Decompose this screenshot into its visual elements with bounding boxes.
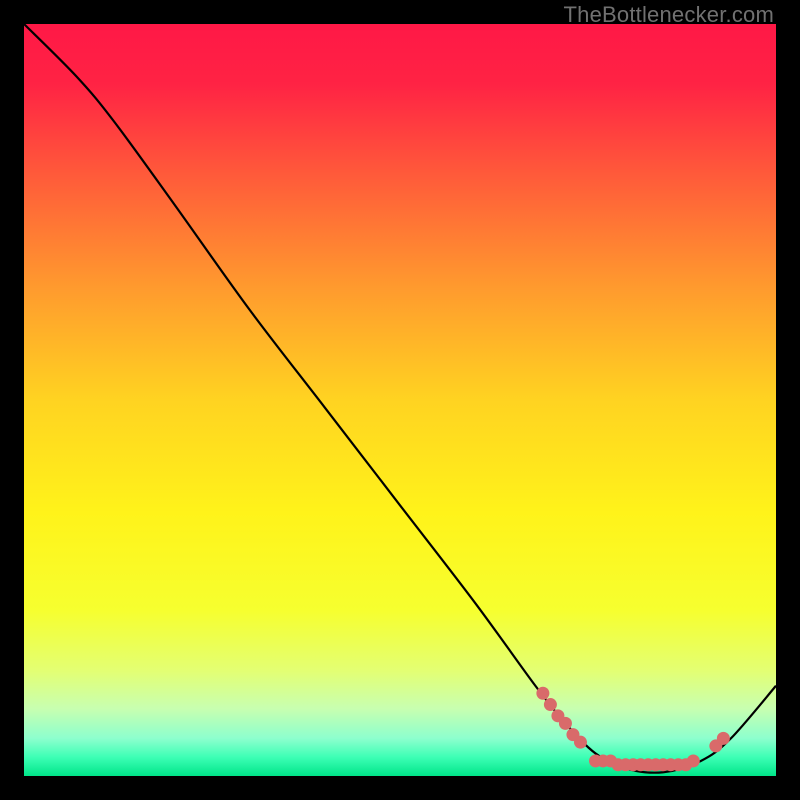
plot-area [24, 24, 776, 776]
data-marker [687, 754, 700, 767]
bottleneck-curve [24, 24, 776, 773]
data-marker [574, 736, 587, 749]
data-marker [536, 687, 549, 700]
data-marker [559, 717, 572, 730]
data-marker [717, 732, 730, 745]
data-marker [544, 698, 557, 711]
data-markers [536, 687, 729, 771]
chart-frame: TheBottlenecker.com [0, 0, 800, 800]
curve-layer [24, 24, 776, 776]
